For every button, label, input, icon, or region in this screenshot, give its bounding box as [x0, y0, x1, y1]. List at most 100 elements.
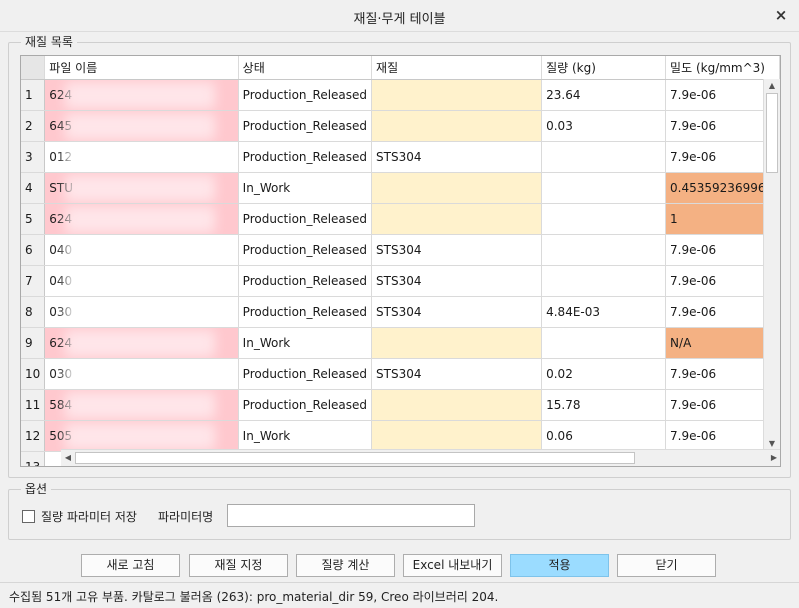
cell-state[interactable]: Production_Released [238, 265, 373, 297]
redaction-blur [65, 422, 216, 450]
save-mass-param-checkbox[interactable] [22, 510, 35, 523]
cell-file-name[interactable]: 030 [44, 358, 239, 390]
redaction-blur [65, 391, 216, 419]
cell-material[interactable]: STS304 [371, 234, 543, 266]
assign-material-button[interactable]: 재질 지정 [189, 554, 288, 577]
cell-mass[interactable]: 0.03 [541, 110, 667, 142]
row-number: 3 [21, 141, 46, 173]
table-row[interactable]: 10 030 Production_Released STS304 0.02 7.9e-0… [21, 358, 780, 390]
cell-file-name[interactable]: 624 [44, 203, 239, 235]
cell-material[interactable] [371, 203, 543, 235]
cell-mass[interactable]: 0.02 [541, 358, 667, 390]
cell-mass[interactable] [541, 327, 667, 359]
cell-state[interactable]: Production_Released [238, 79, 373, 111]
cell-state[interactable]: Production_Released [238, 141, 373, 173]
table-row[interactable]: 11 584 Production_Released 15.78 7.9e-06 [21, 389, 780, 421]
close-button[interactable]: 닫기 [617, 554, 716, 577]
cell-state[interactable]: In_Work [238, 172, 373, 204]
cell-mass[interactable]: 15.78 [541, 389, 667, 421]
table-row[interactable]: 3 012 Production_Released STS304 7.9e-06 [21, 141, 780, 173]
row-number: 6 [21, 234, 46, 266]
redaction-blur [65, 112, 216, 140]
column-header-mass[interactable]: 질량 (kg) [541, 56, 667, 80]
cell-material[interactable] [371, 110, 543, 142]
cell-material[interactable]: STS304 [371, 141, 543, 173]
cell-mass[interactable]: 23.64 [541, 79, 667, 111]
cell-material[interactable]: STS304 [371, 296, 543, 328]
export-excel-button[interactable]: Excel 내보내기 [403, 554, 502, 577]
table-row[interactable]: 7 040 Production_Released STS304 7.9e-06 [21, 265, 780, 297]
table-row[interactable]: 6 040 Production_Released STS304 7.9e-06 [21, 234, 780, 266]
cell-state[interactable]: Production_Released [238, 358, 373, 390]
cell-mass[interactable] [541, 141, 667, 173]
table-row[interactable]: 9 624 In_Work N/A [21, 327, 780, 359]
cell-mass[interactable]: 0.06 [541, 420, 667, 452]
cell-file-name[interactable]: 645 [44, 110, 239, 142]
row-number: 11 [21, 389, 46, 421]
cell-material[interactable] [371, 389, 543, 421]
table-row[interactable]: 2 645 Production_Released 0.03 7.9e-06 [21, 110, 780, 142]
column-header-state[interactable]: 상태 [238, 56, 373, 80]
refresh-button[interactable]: 새로 고침 [81, 554, 180, 577]
cell-state[interactable]: Production_Released [238, 296, 373, 328]
column-header-file-name[interactable]: 파일 이름 [44, 56, 239, 80]
param-name-input[interactable] [227, 504, 475, 527]
cell-mass[interactable]: 4.84E-03 [541, 296, 667, 328]
cell-mass[interactable] [541, 203, 667, 235]
cell-file-name[interactable]: 040 [44, 265, 239, 297]
horizontal-scrollbar[interactable]: ◀ ▶ [61, 449, 780, 466]
cell-file-name[interactable]: 624 [44, 79, 239, 111]
cell-material[interactable] [371, 420, 543, 452]
cell-state[interactable]: Production_Released [238, 203, 373, 235]
table-row[interactable]: 8 030 Production_Released STS304 4.84E-03 7.9… [21, 296, 780, 328]
cell-material[interactable] [371, 79, 543, 111]
calc-mass-button[interactable]: 질량 계산 [296, 554, 395, 577]
cell-state[interactable]: In_Work [238, 420, 373, 452]
cell-state[interactable]: Production_Released [238, 234, 373, 266]
column-header-material[interactable]: 재질 [371, 56, 543, 80]
cell-material[interactable] [371, 172, 543, 204]
row-number: 9 [21, 327, 46, 359]
cell-state[interactable]: Production_Released [238, 110, 373, 142]
cell-state[interactable]: In_Work [238, 327, 373, 359]
cell-material[interactable]: STS304 [371, 265, 543, 297]
redaction-blur [65, 205, 216, 233]
scroll-right-icon[interactable]: ▶ [767, 450, 780, 466]
row-number: 13 [21, 451, 46, 466]
apply-button[interactable]: 적용 [510, 554, 609, 577]
cell-state[interactable]: Production_Released [238, 389, 373, 421]
cell-file-name[interactable]: 040 [44, 234, 239, 266]
scroll-left-icon[interactable]: ◀ [61, 450, 75, 466]
table-row[interactable]: 1 624 Production_Released 23.64 7.9e-06 [21, 79, 780, 111]
table-row[interactable]: 5 624 Production_Released 1 [21, 203, 780, 235]
cell-material[interactable] [371, 327, 543, 359]
scroll-up-icon[interactable]: ▲ [764, 79, 780, 93]
table-row[interactable]: 4 STU In_Work 0.453592369969 [21, 172, 780, 204]
cell-file-name[interactable]: 030 [44, 296, 239, 328]
status-text: 수집됨 51개 고유 부품. 카탈로그 불러옴 (263): pro_mater… [9, 590, 499, 604]
cell-file-name[interactable]: 505 [44, 420, 239, 452]
cell-material[interactable]: STS304 [371, 358, 543, 390]
cell-mass[interactable] [541, 265, 667, 297]
redaction-blur [65, 360, 216, 388]
param-name-label: 파라미터명 [158, 510, 214, 524]
close-icon[interactable]: × [773, 6, 789, 24]
cell-file-name[interactable]: 624 [44, 327, 239, 359]
title-bar: 재질·무게 테이블 × [0, 0, 799, 32]
cell-mass[interactable] [541, 234, 667, 266]
options-legend: 옵션 [21, 482, 52, 496]
redaction-blur [65, 174, 216, 202]
cell-mass[interactable] [541, 172, 667, 204]
row-number: 1 [21, 79, 46, 111]
table-header-row: 파일 이름 상태 재질 질량 (kg) 밀도 (kg/mm^3) [21, 56, 780, 80]
cell-file-name[interactable]: 584 [44, 389, 239, 421]
cell-file-name[interactable]: STU [44, 172, 239, 204]
column-header-density[interactable]: 밀도 (kg/mm^3) [665, 56, 780, 80]
cell-file-name[interactable]: 012 [44, 141, 239, 173]
table-row[interactable]: 12 505 In_Work 0.06 7.9e-06 [21, 420, 780, 452]
horizontal-scroll-thumb[interactable] [75, 452, 635, 464]
vertical-scrollbar[interactable]: ▲ ▼ [763, 79, 780, 451]
material-table[interactable]: 파일 이름 상태 재질 질량 (kg) 밀도 (kg/mm^3) 1 624 Pro… [20, 55, 781, 467]
redaction-blur [65, 298, 216, 326]
vertical-scroll-thumb[interactable] [766, 93, 778, 173]
